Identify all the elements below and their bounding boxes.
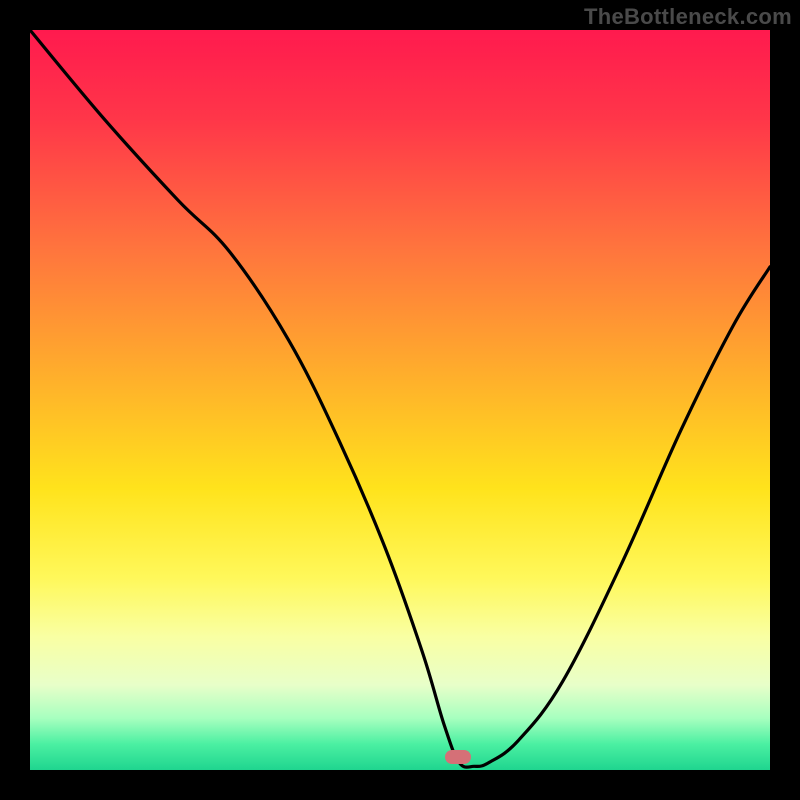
plot-area xyxy=(30,30,770,770)
bottleneck-curve xyxy=(30,30,770,770)
watermark-text: TheBottleneck.com xyxy=(584,4,792,30)
chart-frame: TheBottleneck.com xyxy=(0,0,800,800)
optimal-marker xyxy=(445,750,471,764)
